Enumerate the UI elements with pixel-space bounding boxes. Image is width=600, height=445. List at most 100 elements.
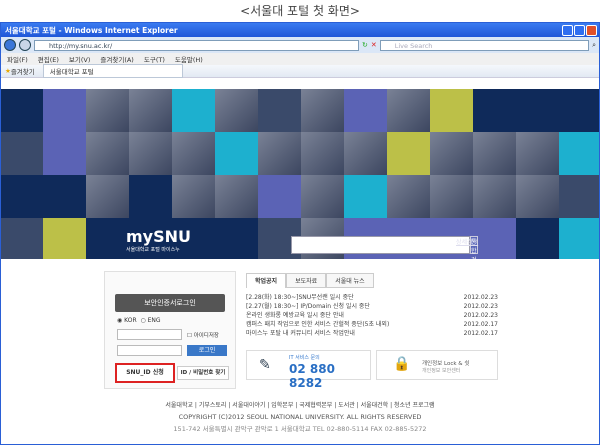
banner-tile[interactable] [215,89,258,132]
eng-radio[interactable]: ENG [148,317,161,324]
banner-tile[interactable] [473,132,516,175]
footer-link[interactable]: 청소년 프로그램 [394,402,435,409]
notice-item[interactable]: 온라인 생화롱 예방교육 일시 중단 안내 2012.02.23 [246,311,498,320]
banner-tile[interactable] [1,175,43,218]
find-id-password-button[interactable]: ID / 비밀번호 찾기 [177,366,229,380]
banner-tile[interactable] [301,175,344,218]
banner-tile[interactable] [344,175,387,218]
banner-tile[interactable] [387,89,430,132]
search-icon[interactable]: ⌕ [592,41,596,50]
tab-notices[interactable]: 학업공지 [246,273,287,288]
close-button[interactable] [586,24,597,36]
back-button[interactable] [4,39,16,51]
stop-icon[interactable]: ✕ [371,41,377,49]
banner-tile[interactable] [86,175,129,218]
banner-tile[interactable] [129,89,172,132]
banner-tile[interactable] [430,132,473,175]
banner-tile[interactable] [516,175,559,218]
search-input[interactable]: Live Search [379,39,590,51]
menu-item[interactable]: 파일(F) [7,54,28,64]
banner-tile[interactable] [473,89,516,132]
banner-tile[interactable] [430,175,473,218]
login-button[interactable]: 로그인 [187,345,227,356]
save-id-checkbox[interactable]: ☐ 아이디저장 [187,331,219,339]
notice-title[interactable]: 온라인 생화롱 예방교육 일시 중단 안내 [246,311,344,320]
footer-link[interactable]: 서울대학교 [165,402,193,409]
maximize-button[interactable] [574,24,585,36]
minimize-button[interactable] [562,24,573,36]
notice-item[interactable]: [2.28(화) 18:30~]SNU무선랜 일시 중단 2012.02.23 [246,293,498,302]
banner-tile[interactable] [344,89,387,132]
favorites-button[interactable]: 즐겨찾기 [11,66,35,76]
detail-search-link[interactable]: 상세검색 [456,237,478,246]
menu-item[interactable]: 보기(V) [69,54,90,64]
banner-tile[interactable] [344,132,387,175]
refresh-icon[interactable]: ↻ [362,41,368,49]
banner-tile[interactable] [258,175,301,218]
banner-tile[interactable] [559,89,599,132]
portal-search-input[interactable] [291,236,470,254]
banner-tile[interactable] [215,175,258,218]
banner-tile[interactable] [258,132,301,175]
menu-item[interactable]: 도구(T) [144,54,165,64]
forward-button[interactable] [19,39,31,51]
banner-tile[interactable] [172,89,215,132]
menu-item[interactable]: 편집(E) [38,54,59,64]
menu-item[interactable]: 도움말(H) [175,54,203,64]
footer-link[interactable]: 입학본부 [271,402,293,409]
banner-tile[interactable] [559,218,599,259]
footer-link[interactable]: 기부스토리 [199,402,227,409]
banner-tile[interactable] [258,89,301,132]
footer-link[interactable]: 국제협력본부 [299,402,332,409]
notice-title[interactable]: [2.28(화) 18:30~]SNU무선랜 일시 중단 [246,293,354,302]
privacy-box[interactable]: 🔒 개인정보 Lock & 쉿 개인정보 보안센터 [376,350,498,380]
notice-item[interactable]: [2.27(월) 18:30~] IP/Domain 신청 일시 중단 2012.… [246,302,498,311]
banner-tile[interactable] [172,175,215,218]
banner-tile[interactable] [86,218,129,259]
banner-tile[interactable] [86,89,129,132]
tab-press[interactable]: 보도자료 [286,273,327,288]
notice-item[interactable]: 캠퍼스 패치 작업으로 인한 서비스 간헐적 중단(5초 내외) 2012.02.… [246,320,498,329]
banner-tile[interactable] [516,89,559,132]
banner-tile[interactable] [1,218,43,259]
cert-login-button[interactable]: 보안인증서로그인 [115,294,225,312]
snu-id-apply-button[interactable]: SNU_ID 신청 [115,363,175,383]
banner-tile[interactable] [215,218,258,259]
banner-tile[interactable] [473,218,516,259]
notice-title[interactable]: [2.27(월) 18:30~] IP/Domain 신청 일시 중단 [246,302,370,311]
banner-tile[interactable] [387,175,430,218]
banner-tile[interactable] [516,218,559,259]
banner-tile[interactable] [129,132,172,175]
banner-tile[interactable] [43,132,86,175]
menu-item[interactable]: 즐겨찾기(A) [100,54,133,64]
banner-tile[interactable] [559,175,599,218]
banner-tile[interactable] [430,89,473,132]
footer-link[interactable]: 서울대이야기 [232,402,265,409]
banner-tile[interactable] [559,132,599,175]
banner-tile[interactable] [172,132,215,175]
banner-tile[interactable] [215,132,258,175]
banner-tile[interactable] [43,218,86,259]
kor-radio[interactable]: KOR [124,317,137,324]
password-input[interactable] [117,345,182,356]
notice-title[interactable]: 마이스누 포탈 내 커뮤니티 서비스 작업안내 [246,329,355,338]
banner-tile[interactable] [516,132,559,175]
tab-news[interactable]: 서울대 뉴스 [326,273,374,288]
banner-tile[interactable] [43,175,86,218]
banner-tile[interactable] [1,132,43,175]
banner-tile[interactable] [43,89,86,132]
notice-title[interactable]: 캠퍼스 패치 작업으로 인한 서비스 간헐적 중단(5초 내외) [246,320,389,329]
banner-tile[interactable] [129,175,172,218]
banner-tile[interactable] [301,89,344,132]
banner-tile[interactable] [473,175,516,218]
banner-tile[interactable] [86,132,129,175]
banner-tile[interactable] [1,89,43,132]
url-input[interactable]: http://my.snu.ac.kr/ [34,39,359,51]
browser-tab[interactable]: 서울대학교 포털 [42,64,183,78]
banner-tile[interactable] [301,132,344,175]
id-input[interactable] [117,329,182,340]
notice-item[interactable]: 마이스누 포탈 내 커뮤니티 서비스 작업안내 2012.02.17 [246,329,498,338]
banner-tile[interactable] [387,132,430,175]
footer-link[interactable]: 서울대건학 [361,402,389,409]
footer-link[interactable]: 도서관 [338,402,355,409]
